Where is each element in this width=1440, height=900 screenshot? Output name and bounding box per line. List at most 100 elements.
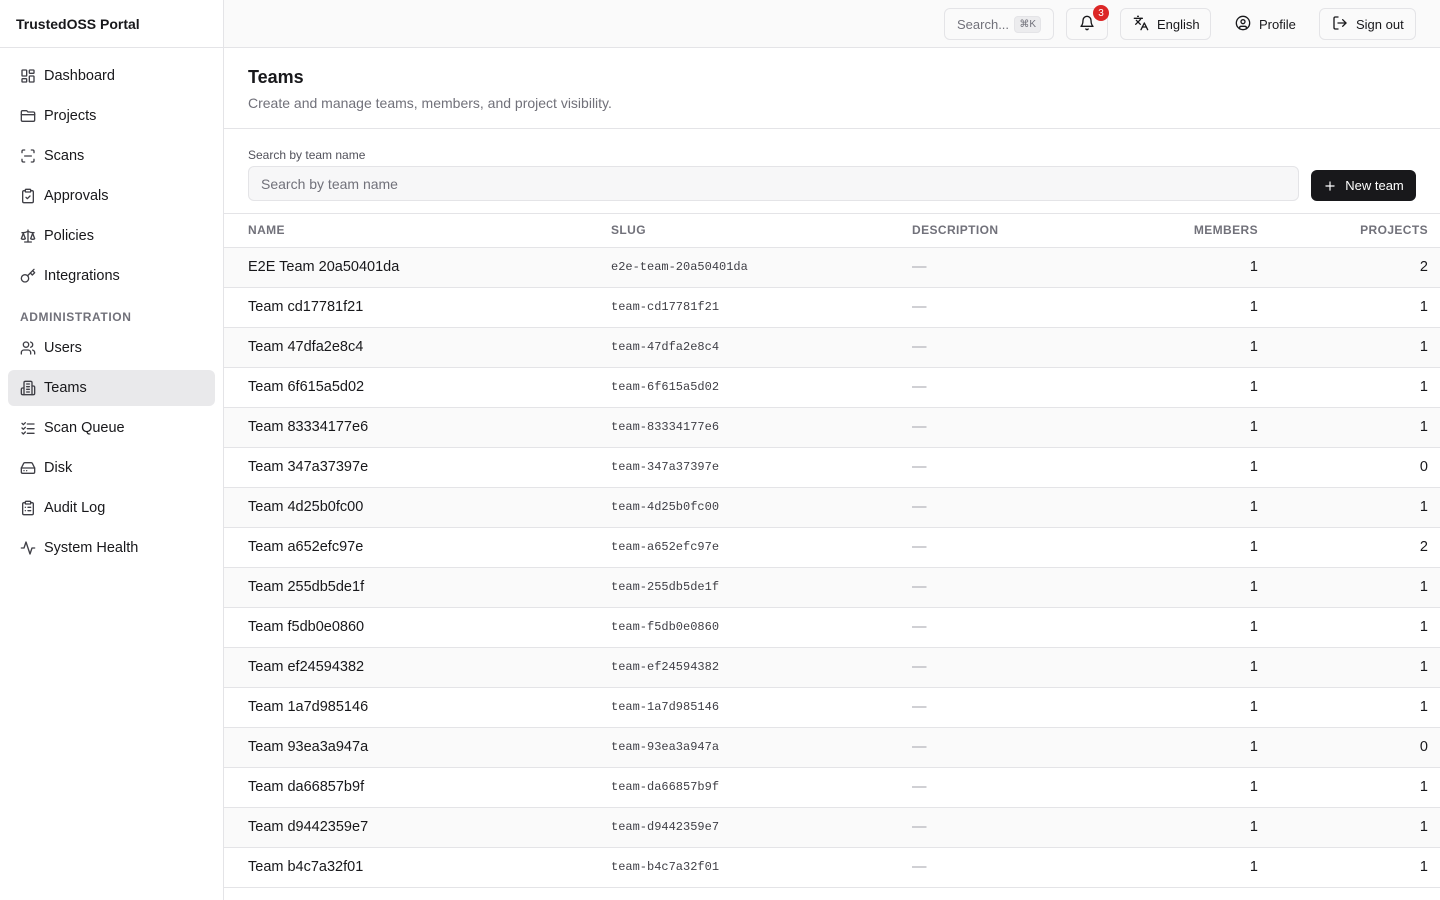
table-row[interactable]: Team f5db0e0860 team-f5db0e0860—1 1 [224,607,1440,648]
team-projects-cell: 0 [1258,447,1440,488]
team-slug-cell: team-255db5de1f [611,567,912,608]
column-header-name[interactable]: NAME [224,214,611,248]
sidebar-item-dashboard[interactable]: Dashboard [8,58,215,94]
team-members-cell: 1 [1062,527,1258,568]
sidebar-item-users[interactable]: Users [8,330,215,366]
team-description-cell: — [912,407,1062,448]
team-search-input[interactable] [248,166,1299,201]
team-slug-cell: team-6f615a5d02 [611,367,912,408]
team-slug-cell: team-da66857b9f [611,767,912,808]
team-members-cell: 1 [1062,327,1258,368]
table-row[interactable]: Team 47dfa2e8c4 team-47dfa2e8c4—1 1 [224,327,1440,368]
languages-icon [1133,15,1149,34]
table-row[interactable]: Team da66857b9f team-da66857b9f —1 1 [224,767,1440,808]
sidebar-item-label: Users [44,340,82,356]
scale-icon [20,228,36,244]
sidebar-item-label: Integrations [44,268,120,284]
team-description-cell: — [912,247,1062,288]
sidebar-item-policies[interactable]: Policies [8,218,215,254]
team-projects-cell: 1 [1258,647,1440,688]
team-slug-cell: team-d9442359e7 [611,807,912,848]
table-row[interactable]: Team 255db5de1f team-255db5de1f —1 1 [224,567,1440,608]
team-slug-cell: team-83334177e6 [611,407,912,448]
team-slug-cell: team-b4c7a32f01 [611,847,912,888]
table-row[interactable]: Team cd17781f21 team-cd17781f21—1 1 [224,287,1440,328]
filter-bar: Search by team name New team [224,129,1440,214]
sidebar-item-integrations[interactable]: Integrations [8,258,215,294]
profile-button[interactable]: Profile [1222,8,1312,40]
sidebar-item-scans[interactable]: Scans [8,138,215,174]
sidebar-item-teams[interactable]: Teams [8,370,215,406]
team-name-cell: Team 6f615a5d02 [224,367,611,408]
team-members-cell: 1 [1062,447,1258,488]
team-members-cell: 1 [1062,407,1258,448]
sign-out-button[interactable]: Sign out [1319,8,1416,40]
team-description-cell: — [912,607,1062,648]
language-button[interactable]: English [1120,8,1211,40]
folder-icon [20,108,36,124]
sidebar-item-approvals[interactable]: Approvals [8,178,215,214]
team-name-cell: E2E Team 20a50401da [224,247,611,288]
team-search-label: Search by team name [248,148,366,162]
sidebar-item-scan-queue[interactable]: Scan Queue [8,410,215,446]
team-slug-cell: team-cd17781f21 [611,287,912,328]
table-row[interactable]: Team 347a37397e team-347a37397e —1 0 [224,447,1440,488]
sidebar-item-audit-log[interactable]: Audit Log [8,490,215,526]
table-row[interactable]: Team 1a7d985146 team-1a7d985146—1 1 [224,687,1440,728]
table-row[interactable]: Team d9442359e7 team-d9442359e7—1 1 [224,807,1440,848]
table-row[interactable]: Team 83334177e6 team-83334177e6—1 1 [224,407,1440,448]
global-search-button[interactable]: Search... ⌘K [944,8,1054,40]
team-slug-cell: team-a652efc97e [611,527,912,568]
team-name-cell: Team 4d25b0fc00 [224,487,611,528]
sidebar-item-label: Scans [44,148,85,164]
profile-label: Profile [1259,16,1296,32]
log-out-icon [1332,15,1348,34]
team-members-cell: 1 [1062,847,1258,888]
table-row[interactable]: Team b4c7a32f01 team-b4c7a32f01—1 1 [224,847,1440,888]
table-row[interactable]: E2E Team 20a50401da e2e-team-20a50401da —1… [224,247,1440,288]
table-row[interactable]: Team 4d25b0fc00 team-4d25b0fc00—1 1 [224,487,1440,528]
team-projects-cell: 1 [1258,607,1440,648]
user-circle-icon [1235,15,1251,34]
column-header-description[interactable]: DESCRIPTION [912,214,1062,248]
dashboard-icon [20,68,36,84]
notification-count-badge: 3 [1093,5,1109,21]
table-row[interactable]: Team 93ea3a947a team-93ea3a947a —1 0 [224,727,1440,768]
key-icon [20,268,36,284]
team-description-cell: — [912,447,1062,488]
clipboard-check-icon [20,188,36,204]
sidebar-item-projects[interactable]: Projects [8,98,215,134]
teams-table: NAME SLUG DESCRIPTION MEMBERS PROJECTS E… [224,214,1440,888]
notifications-button[interactable]: 3 [1066,5,1109,40]
team-slug-cell: team-f5db0e0860 [611,607,912,648]
column-header-projects[interactable]: PROJECTS [1258,214,1440,248]
column-header-members[interactable]: MEMBERS [1062,214,1258,248]
sidebar-item-label: Disk [44,460,73,476]
team-description-cell: — [912,647,1062,688]
team-projects-cell: 1 [1258,367,1440,408]
team-members-cell: 1 [1062,567,1258,608]
page-header: Teams Create and manage teams, members, … [224,48,1440,129]
sidebar-item-label: Dashboard [44,68,115,84]
table-row[interactable]: Team a652efc97e team-a652efc97e —1 2 [224,527,1440,568]
table-row[interactable]: Team ef24594382 team-ef24594382—1 1 [224,647,1440,688]
sidebar-item-label: System Health [44,540,139,556]
team-members-cell: 1 [1062,487,1258,528]
team-name-cell: Team d9442359e7 [224,807,611,848]
table-header-row: NAME SLUG DESCRIPTION MEMBERS PROJECTS [224,214,1440,248]
team-slug-cell: team-347a37397e [611,447,912,488]
new-team-button[interactable]: New team [1311,170,1416,201]
table-row[interactable]: Team 6f615a5d02 team-6f615a5d02—1 1 [224,367,1440,408]
team-members-cell: 1 [1062,247,1258,288]
sidebar-section-administration: ADMINISTRATION [20,310,132,324]
team-members-cell: 1 [1062,647,1258,688]
users-icon [20,340,36,356]
team-description-cell: — [912,687,1062,728]
team-projects-cell: 1 [1258,407,1440,448]
sidebar-item-disk[interactable]: Disk [8,450,215,486]
sidebar-item-system-health[interactable]: System Health [8,530,215,566]
sidebar-item-label: Audit Log [44,500,106,516]
teams-icon [20,380,36,396]
column-header-slug[interactable]: SLUG [611,214,912,248]
team-projects-cell: 1 [1258,487,1440,528]
